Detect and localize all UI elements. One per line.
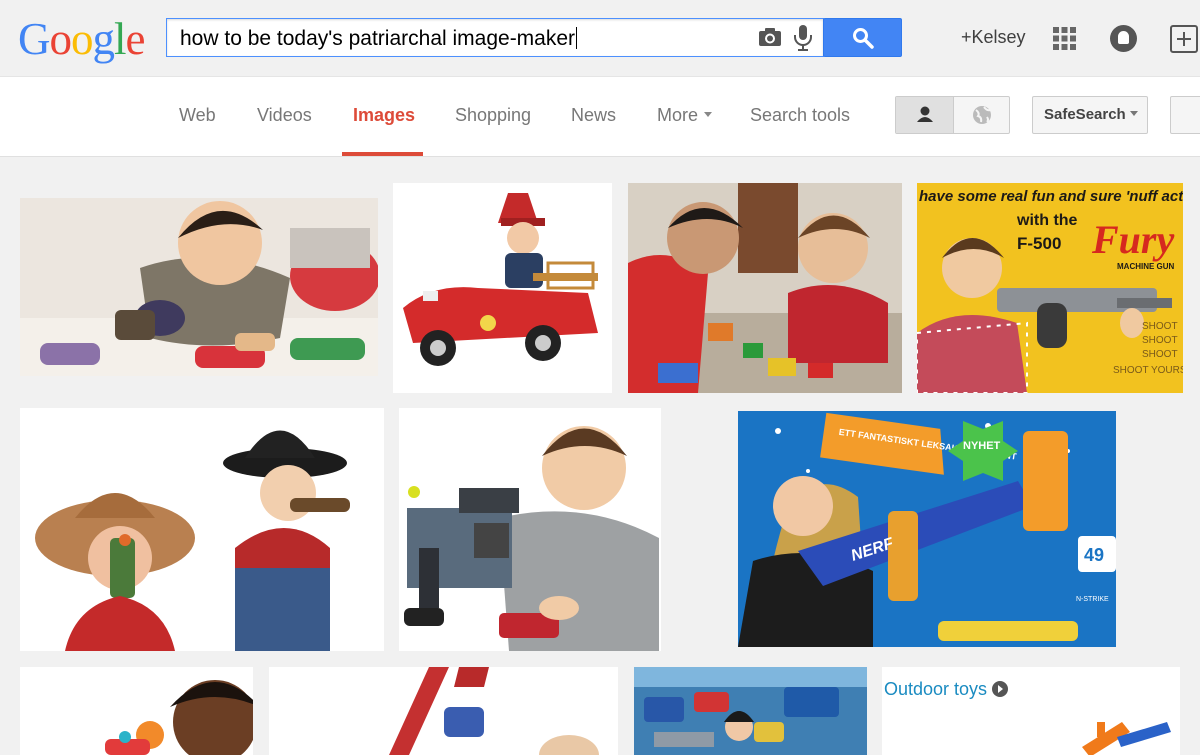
tab-search-tools[interactable]: Search tools [750,105,850,126]
tab-shopping[interactable]: Shopping [455,105,531,126]
person-icon [917,106,933,122]
search-nav-bar: Web Videos Images Shopping News More Sea… [0,77,1200,157]
tab-images[interactable]: Images [353,105,415,126]
fury-ad-model: F-500 [1017,234,1061,253]
image-result-9[interactable] [269,667,618,755]
image-result-6[interactable] [399,408,661,651]
image-toy-digger [269,667,618,755]
image-child-toy [20,667,253,755]
text-cursor [576,27,578,49]
fury-ad-shoot-2: SHOOT [1142,335,1178,346]
fury-ad-brand: Fury [1091,217,1174,262]
related-search-title[interactable]: Outdoor toys [884,679,987,699]
apps-grid-icon[interactable] [1053,27,1076,50]
global-results-button[interactable] [954,97,1010,133]
fury-ad-shoot-1: SHOOT [1142,321,1178,332]
fury-ad-line1: have some real fun and sure 'nuff action [919,188,1183,205]
settings-button[interactable] [1170,96,1200,134]
image-result-4[interactable]: have some real fun and sure 'nuff action… [917,183,1183,393]
user-profile-link[interactable]: +Kelsey [961,27,1026,48]
top-bar: Google how to be today's patriarchal ima… [0,0,1200,77]
google-logo[interactable]: Google [18,14,145,64]
fury-ad-shoot-3: SHOOT [1142,349,1178,360]
image-boy-toy-cars [20,198,378,376]
image-cowboy-boys [20,408,384,651]
image-result-7[interactable]: ETT FANTASTISKT LEKSAKSSORTIMENT NYHET N… [738,411,1116,647]
image-train-set [634,667,867,755]
chevron-right-icon[interactable] [992,681,1009,697]
tab-videos[interactable]: Videos [257,105,312,126]
nerf-ad-price: 49 [1084,545,1104,565]
image-result-5[interactable] [20,408,384,651]
fury-ad-line2: with the [1016,212,1078,229]
camera-icon[interactable] [758,27,782,47]
image-result-8[interactable] [20,667,253,755]
nerf-ad-badge2: NYHET [963,440,1001,452]
tab-more-label: More [657,105,699,125]
safesearch-label: SafeSearch [1044,106,1126,123]
active-tab-indicator [342,152,423,156]
image-result-1[interactable] [20,198,378,376]
fury-ad-sub: MACHINE GUN [1117,262,1175,271]
chevron-down-icon [1129,111,1138,116]
microphone-icon[interactable] [792,24,814,52]
image-boys-lego [628,183,902,393]
image-nerf-blaster: ETT FANTASTISKT LEKSAKSSORTIMENT NYHET N… [738,411,1116,647]
image-result-10[interactable] [634,667,867,755]
globe-icon [973,106,991,124]
tab-more[interactable]: More [657,105,713,126]
image-result-3[interactable] [628,183,902,393]
search-button[interactable] [823,18,902,57]
notifications-bell-icon[interactable] [1110,25,1137,52]
safesearch-dropdown[interactable]: SafeSearch [1032,96,1148,134]
nerf-ad-fine: N-STRIKE [1076,596,1109,603]
image-fury-gun-ad: have some real fun and sure 'nuff action… [917,183,1183,393]
personal-results-button[interactable] [896,97,954,133]
fury-ad-shoot-4: SHOOT YOURS [1113,365,1183,376]
related-search-card[interactable]: Outdoor toys [882,667,1180,755]
image-result-2[interactable] [393,183,612,393]
search-input[interactable]: how to be today's patriarchal image-make… [166,18,824,57]
share-plus-icon[interactable] [1170,25,1198,53]
results-view-toggle [895,96,1010,134]
search-icon [853,28,874,49]
tab-web[interactable]: Web [179,105,216,126]
image-outdoor-toys [882,707,1180,755]
tab-news[interactable]: News [571,105,616,126]
chevron-down-icon [704,112,713,117]
image-batman-lego [399,408,661,651]
search-query-text: how to be today's patriarchal image-make… [180,27,576,50]
image-fire-truck [393,183,612,393]
